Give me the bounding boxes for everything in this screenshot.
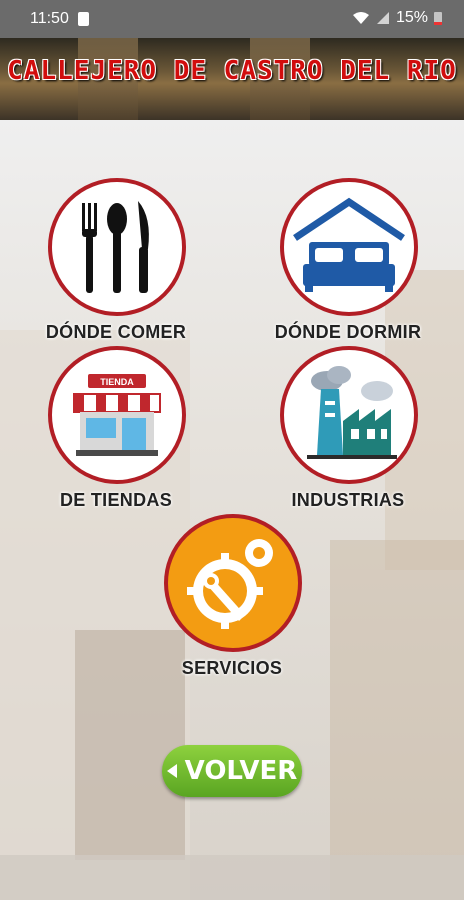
cutlery-icon [48,178,186,316]
signal-icon [376,12,389,24]
menu-label-donde-dormir: DÓNDE DORMIR [274,322,422,342]
wifi-icon [352,12,369,24]
background-sidewalk [0,855,464,900]
menu-label-industrias: INDUSTRIAS [291,490,405,510]
status-time: 11:50 [30,10,69,27]
battery-icon [434,12,442,25]
shop-sign-text: TIENDA [100,377,134,387]
gears-wrench-icon [164,514,302,652]
background-building [330,540,464,900]
volver-button[interactable]: VOLVER [162,745,302,797]
volver-label: VOLVER [184,756,298,786]
menu-donde-dormir[interactable]: DÓNDE DORMIR [248,178,448,348]
status-indicators: 15% [352,9,442,27]
shop-icon: TIENDA [48,346,186,484]
app-title: CALLEJERO DE CASTRO DEL RIO [7,56,457,86]
status-bar: 11:50 15% [0,0,464,38]
back-arrow-icon [166,764,177,778]
menu-industrias[interactable]: INDUSTRIAS [248,346,448,516]
menu-label-donde-comer: DÓNDE COMER [45,322,187,342]
menu-label-de-tiendas: DE TIENDAS [59,490,172,510]
header-banner: CALLEJERO DE CASTRO DEL RIO [0,38,464,120]
menu-de-tiendas[interactable]: TIENDA DE TIENDAS [16,346,216,516]
lock-icon [78,12,89,26]
menu-label-servicios: SERVICIOS [181,658,283,678]
factory-icon [280,346,418,484]
menu-donde-comer[interactable]: DÓNDE COMER [16,178,216,348]
bed-icon [280,178,418,316]
menu-servicios[interactable]: SERVICIOS [132,514,332,684]
battery-percent: 15% [395,9,428,26]
